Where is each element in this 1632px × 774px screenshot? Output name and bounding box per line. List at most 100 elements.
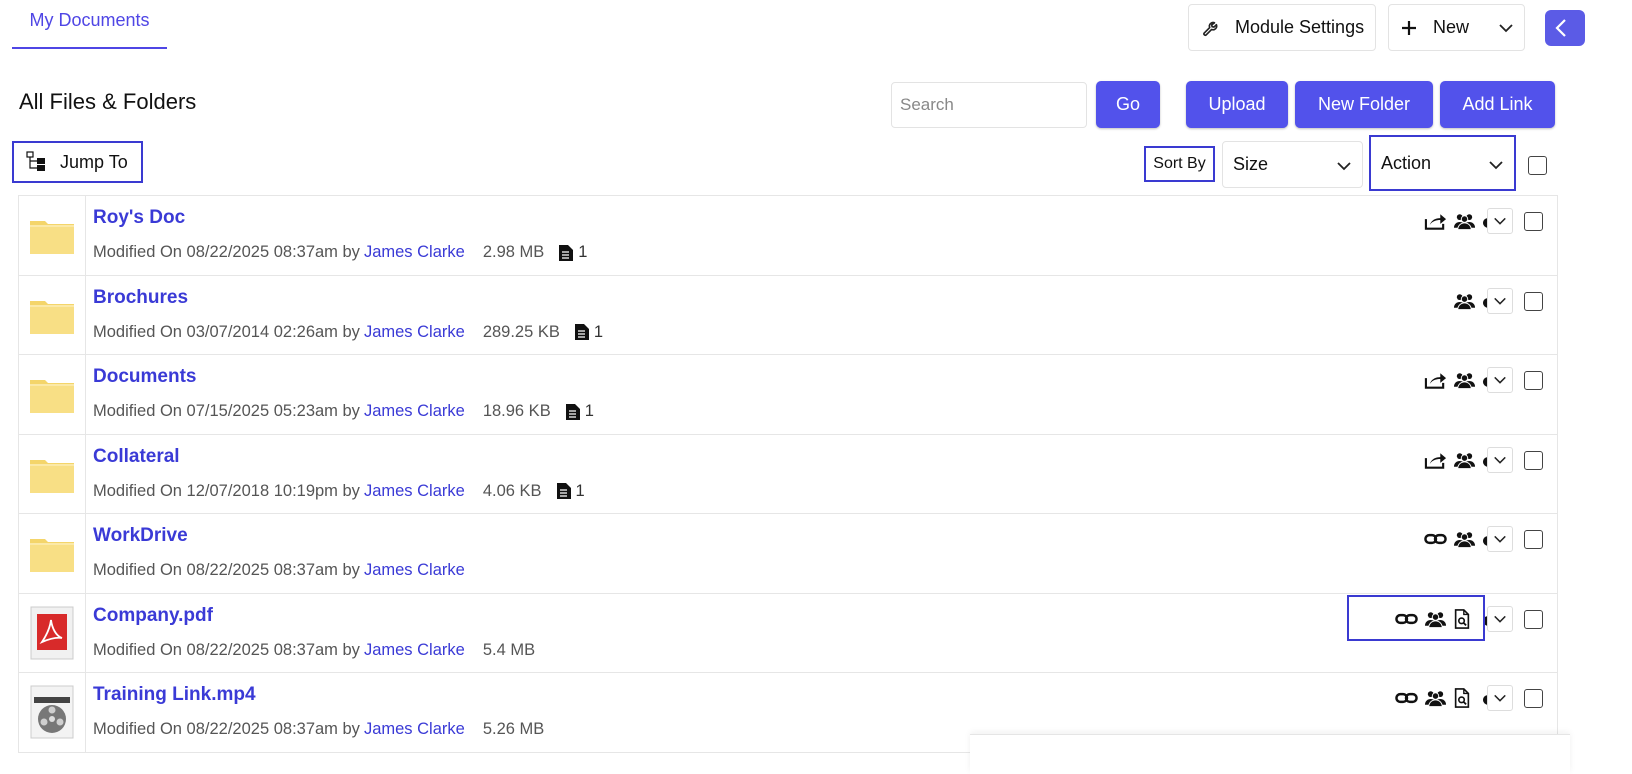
file-meta: Modified On 08/22/2025 08:37am by James … xyxy=(93,561,465,580)
chevron-down-icon xyxy=(1498,20,1514,36)
search-input[interactable] xyxy=(891,82,1087,128)
file-meta: Modified On 08/22/2025 08:37am by James … xyxy=(93,641,535,660)
chevron-left-icon xyxy=(1553,18,1569,38)
new-label: New xyxy=(1433,17,1470,37)
module-settings-button[interactable]: Module Settings xyxy=(1188,4,1376,51)
file-row[interactable]: Brochures Modified On 03/07/2014 02:26am… xyxy=(18,275,1558,355)
document-icon xyxy=(558,244,574,262)
file-name-link[interactable]: Training Link.mp4 xyxy=(93,684,256,706)
file-owner-link[interactable]: James Clarke xyxy=(364,561,465,580)
chevron-down-icon xyxy=(1493,453,1507,467)
video-thumbnail-icon xyxy=(19,673,86,752)
upload-button[interactable]: Upload xyxy=(1186,81,1288,128)
pdf-thumbnail-icon xyxy=(19,593,86,672)
file-meta: Modified On 07/15/2025 05:23am by James … xyxy=(93,402,594,421)
users-icon[interactable] xyxy=(1453,291,1476,311)
file-meta: Modified On 08/22/2025 08:37am by James … xyxy=(93,720,544,739)
chevron-down-icon xyxy=(1336,158,1352,174)
file-owner-link[interactable]: James Clarke xyxy=(364,482,465,501)
link-icon[interactable] xyxy=(1424,529,1447,549)
folder-thumbnail-icon xyxy=(19,434,86,513)
row-checkbox[interactable] xyxy=(1524,291,1543,311)
users-icon[interactable] xyxy=(1453,370,1476,390)
file-row[interactable]: WorkDrive Modified On 08/22/2025 08:37am… xyxy=(18,514,1558,594)
sidebar-toggle-button[interactable] xyxy=(1545,10,1585,46)
module-settings-label: Module Settings xyxy=(1235,17,1365,37)
file-owner-link[interactable]: James Clarke xyxy=(364,243,465,262)
file-count-value: 1 xyxy=(575,481,585,500)
file-name-link[interactable]: Documents xyxy=(93,366,196,388)
preview-icon[interactable] xyxy=(1453,688,1476,708)
bottom-panel xyxy=(970,734,1570,774)
row-checkbox[interactable] xyxy=(1524,689,1543,708)
chevron-down-icon xyxy=(1493,691,1507,705)
file-modified: Modified On 08/22/2025 08:37am by xyxy=(93,720,360,738)
sort-select[interactable]: Size xyxy=(1222,141,1363,188)
new-dropdown-button[interactable]: New xyxy=(1388,4,1525,51)
file-count: 1 xyxy=(565,402,594,421)
file-modified: Modified On 07/15/2025 05:23am by xyxy=(93,402,360,420)
file-size: 5.26 MB xyxy=(482,720,545,738)
action-select[interactable]: Action xyxy=(1369,135,1516,191)
row-checkbox[interactable] xyxy=(1524,371,1543,390)
users-icon[interactable] xyxy=(1453,211,1476,231)
row-dropdown-button[interactable] xyxy=(1487,446,1513,473)
sort-select-value: Size xyxy=(1233,154,1269,174)
tab-my-documents[interactable]: My Documents xyxy=(12,0,167,49)
file-list: Roy's Doc Modified On 08/22/2025 08:37am… xyxy=(18,196,1558,753)
file-name-link[interactable]: Company.pdf xyxy=(93,605,213,627)
row-dropdown-button[interactable] xyxy=(1487,526,1513,552)
share-icon[interactable] xyxy=(1424,450,1447,470)
file-name-link[interactable]: WorkDrive xyxy=(93,525,188,547)
users-icon[interactable] xyxy=(1453,529,1476,549)
file-owner-link[interactable]: James Clarke xyxy=(364,720,465,739)
file-name-link[interactable]: Roy's Doc xyxy=(93,207,185,229)
file-modified: Modified On 08/22/2025 08:37am by xyxy=(93,561,360,579)
file-row[interactable]: Roy's Doc Modified On 08/22/2025 08:37am… xyxy=(18,196,1558,276)
file-owner-link[interactable]: James Clarke xyxy=(364,641,465,660)
action-select-value: Action xyxy=(1381,152,1432,173)
file-count-value: 1 xyxy=(578,243,588,261)
row-dropdown-button[interactable] xyxy=(1487,208,1513,234)
file-modified: Modified On 03/07/2014 02:26am by xyxy=(93,322,360,341)
sort-by-label: Sort By xyxy=(1144,146,1215,182)
users-icon[interactable] xyxy=(1453,450,1476,470)
row-dropdown-button[interactable] xyxy=(1487,685,1513,711)
file-count-value: 1 xyxy=(593,322,604,341)
file-owner-link[interactable]: James Clarke xyxy=(364,323,465,342)
row-checkbox[interactable] xyxy=(1524,450,1543,470)
file-name-link[interactable]: Collateral xyxy=(93,446,180,468)
link-icon[interactable] xyxy=(1395,688,1418,708)
file-row[interactable]: Documents Modified On 07/15/2025 05:23am… xyxy=(18,355,1558,435)
row-checkbox[interactable] xyxy=(1524,609,1543,629)
users-icon[interactable] xyxy=(1424,688,1447,708)
file-modified: Modified On 08/22/2025 08:37am by xyxy=(93,640,360,659)
row-dropdown-button[interactable] xyxy=(1487,605,1513,632)
new-folder-button[interactable]: New Folder xyxy=(1295,81,1433,128)
file-modified: Modified On 12/07/2018 10:19pm by xyxy=(93,481,360,500)
row-dropdown-button[interactable] xyxy=(1487,287,1513,314)
chevron-down-icon xyxy=(1493,294,1507,308)
share-icon[interactable] xyxy=(1424,211,1447,231)
file-row[interactable]: Company.pdf Modified On 08/22/2025 08:37… xyxy=(18,593,1558,673)
row-checkbox[interactable] xyxy=(1524,212,1543,231)
document-icon xyxy=(565,403,581,421)
row-checkbox[interactable] xyxy=(1524,530,1543,549)
chevron-down-icon xyxy=(1493,612,1507,626)
go-button[interactable]: Go xyxy=(1096,81,1160,128)
page-title: All Files & Folders xyxy=(19,89,197,114)
file-size: 2.98 MB xyxy=(482,243,545,261)
folder-thumbnail-icon xyxy=(19,355,86,434)
share-icon[interactable] xyxy=(1424,370,1447,390)
select-all-checkbox[interactable] xyxy=(1528,156,1547,175)
row-dropdown-button[interactable] xyxy=(1487,367,1513,393)
file-count: 1 xyxy=(556,482,585,501)
add-link-button[interactable]: Add Link xyxy=(1440,81,1555,128)
file-name-link[interactable]: Brochures xyxy=(93,287,188,309)
file-row[interactable]: Collateral Modified On 12/07/2018 10:19p… xyxy=(18,434,1558,514)
file-size: 4.06 KB xyxy=(482,481,542,500)
jump-to-button[interactable]: Jump To xyxy=(12,141,143,183)
file-owner-link[interactable]: James Clarke xyxy=(364,402,465,421)
tab-my-documents-label: My Documents xyxy=(29,10,150,30)
chevron-down-icon xyxy=(1493,214,1507,228)
